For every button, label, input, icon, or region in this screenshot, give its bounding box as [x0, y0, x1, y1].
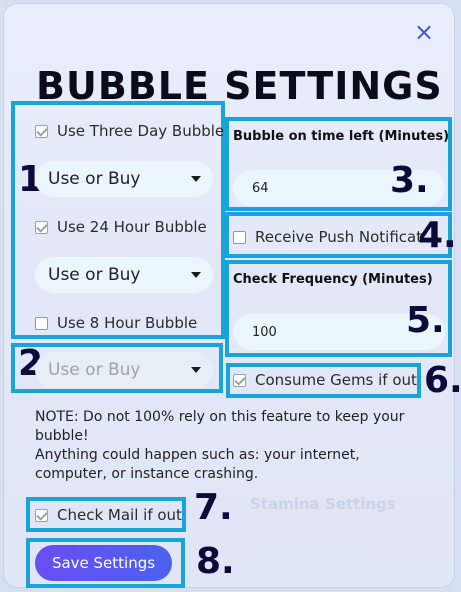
8-hour-bubble-checkbox[interactable]: [35, 316, 48, 330]
close-button[interactable]: ×: [412, 20, 436, 44]
three-day-bubble-checkbox[interactable]: [35, 124, 48, 138]
three-day-bubble-checkbox-row[interactable]: Use Three Day Bubble: [35, 122, 224, 140]
check-frequency-label: Check Frequency (Minutes): [233, 272, 433, 287]
bubble-time-left-label: Bubble on time left (Minutes): [233, 129, 450, 144]
chevron-down-icon: [191, 176, 201, 182]
three-day-bubble-select-value: Use or Buy: [48, 169, 141, 189]
background-ghost-text: Stamina Settings: [250, 495, 396, 513]
8-hour-bubble-select[interactable]: Use or Buy: [35, 352, 213, 388]
24-hour-bubble-label: Use 24 Hour Bubble: [57, 218, 207, 236]
three-day-bubble-select[interactable]: Use or Buy: [35, 161, 213, 197]
consume-gems-checkbox-row[interactable]: Consume Gems if out: [233, 371, 417, 389]
annotation-3: 3.: [390, 160, 429, 201]
24-hour-bubble-checkbox[interactable]: [35, 220, 48, 234]
annotation-8: 8.: [196, 541, 235, 582]
consume-gems-label: Consume Gems if out: [255, 371, 417, 389]
24-hour-bubble-select[interactable]: Use or Buy: [35, 257, 213, 293]
save-settings-button[interactable]: Save Settings: [35, 545, 172, 581]
warning-note-line-1: NOTE: Do not 100% rely on this feature t…: [35, 409, 405, 444]
annotation-7: 7.: [194, 487, 233, 528]
annotation-4: 4.: [418, 215, 457, 256]
annotation-5: 5.: [406, 300, 445, 341]
three-day-bubble-label: Use Three Day Bubble: [57, 122, 225, 140]
annotation-6: 6.: [424, 360, 461, 401]
warning-note-line-2: Anything could happen such as: your inte…: [35, 447, 360, 482]
8-hour-bubble-label: Use 8 Hour Bubble: [57, 314, 198, 332]
push-notifications-checkbox[interactable]: [233, 230, 246, 244]
warning-note: NOTE: Do not 100% rely on this feature t…: [35, 408, 435, 484]
check-mail-checkbox-row[interactable]: Check Mail if out: [35, 506, 182, 524]
push-notifications-checkbox-row[interactable]: Receive Push Notifications: [233, 228, 423, 246]
24-hour-bubble-select-value: Use or Buy: [48, 265, 141, 285]
check-mail-checkbox[interactable]: [35, 508, 48, 522]
push-notifications-label: Receive Push Notifications: [255, 228, 423, 246]
8-hour-bubble-select-value: Use or Buy: [48, 360, 141, 380]
8-hour-bubble-checkbox-row[interactable]: Use 8 Hour Bubble: [35, 314, 197, 332]
consume-gems-checkbox[interactable]: [233, 373, 246, 387]
chevron-down-icon: [191, 367, 201, 373]
24-hour-bubble-checkbox-row[interactable]: Use 24 Hour Bubble: [35, 218, 207, 236]
check-mail-label: Check Mail if out: [57, 506, 182, 524]
chevron-down-icon: [191, 272, 201, 278]
